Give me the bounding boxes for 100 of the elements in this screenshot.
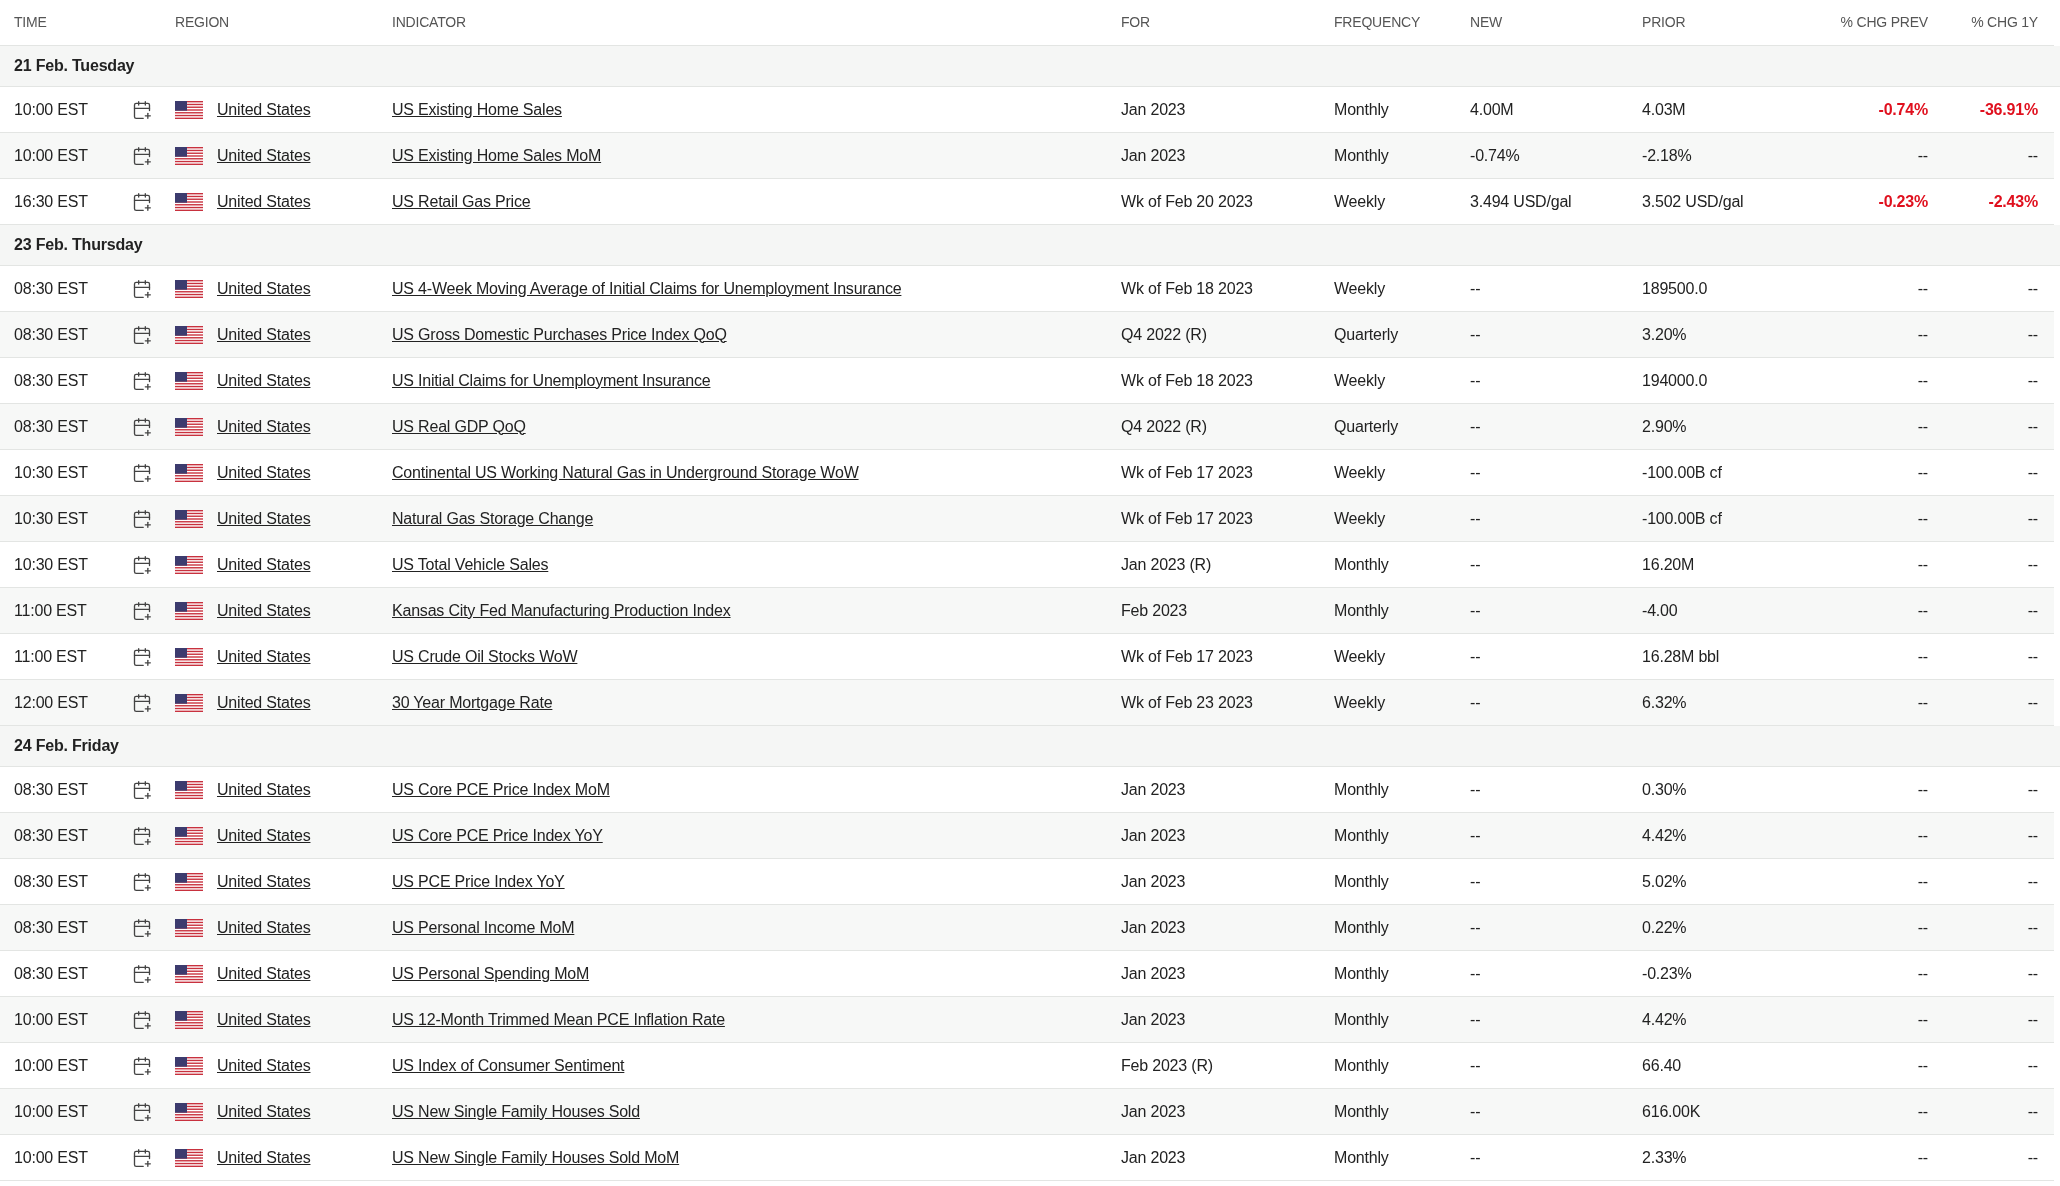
indicator-link[interactable]: US Index of Consumer Sentiment: [392, 1053, 625, 1078]
period-text: Wk of Feb 23 2023: [1121, 692, 1254, 713]
flag-icon: [175, 647, 203, 666]
column-header: INDICATOR: [392, 13, 467, 32]
add-to-calendar-icon[interactable]: [132, 1055, 152, 1076]
change-value: -2.43%: [1988, 191, 2038, 212]
indicator-link[interactable]: US Crude Oil Stocks WoW: [392, 644, 578, 669]
time-text: 10:00 EST: [14, 145, 89, 166]
column-header: % CHG PREV: [1840, 13, 1928, 32]
new-value: --: [1470, 963, 1482, 984]
frequency-text: Monthly: [1334, 917, 1390, 938]
frequency-text: Weekly: [1334, 278, 1386, 299]
indicator-link[interactable]: US Core PCE Price Index YoY: [392, 823, 603, 848]
indicator-link[interactable]: US Initial Claims for Unemployment Insurance: [392, 368, 711, 393]
add-to-calendar-icon[interactable]: [132, 917, 152, 938]
region-link[interactable]: United States: [217, 690, 311, 715]
add-to-calendar-icon[interactable]: [132, 963, 152, 984]
flag-icon: [175, 146, 203, 165]
region-link[interactable]: United States: [217, 552, 311, 577]
indicator-link[interactable]: US Existing Home Sales: [392, 97, 562, 122]
new-value: --: [1470, 917, 1482, 938]
change-value: --: [2027, 1009, 2038, 1030]
column-header: PRIOR: [1642, 13, 1687, 32]
time-text: 10:30 EST: [14, 508, 89, 529]
add-to-calendar-icon[interactable]: [132, 191, 152, 212]
add-to-calendar-icon[interactable]: [132, 416, 152, 437]
frequency-text: Monthly: [1334, 779, 1390, 800]
add-to-calendar-icon[interactable]: [132, 600, 152, 621]
indicator-link[interactable]: US Total Vehicle Sales: [392, 552, 549, 577]
add-to-calendar-icon[interactable]: [132, 825, 152, 846]
indicator-link[interactable]: Natural Gas Storage Change: [392, 506, 594, 531]
region-link[interactable]: United States: [217, 276, 311, 301]
change-value: --: [2027, 600, 2038, 621]
region-link[interactable]: United States: [217, 1145, 311, 1170]
indicator-link[interactable]: 30 Year Mortgage Rate: [392, 690, 553, 715]
change-value: --: [2027, 1101, 2038, 1122]
change-value: --: [2027, 871, 2038, 892]
add-to-calendar-icon[interactable]: [132, 1147, 152, 1168]
indicator-link[interactable]: US Personal Income MoM: [392, 915, 575, 940]
add-to-calendar-icon[interactable]: [132, 554, 152, 575]
change-value: --: [2027, 1147, 2038, 1168]
time-text: 10:00 EST: [14, 1147, 89, 1168]
period-text: Feb 2023 (R): [1121, 1055, 1214, 1076]
period-text: Q4 2022 (R): [1121, 324, 1208, 345]
region-link[interactable]: United States: [217, 915, 311, 940]
region-link[interactable]: United States: [217, 460, 311, 485]
column-header: % CHG 1Y: [1971, 13, 2038, 32]
flag-icon: [175, 780, 203, 799]
region-link[interactable]: United States: [217, 869, 311, 894]
indicator-link[interactable]: US New Single Family Houses Sold: [392, 1099, 640, 1124]
add-to-calendar-icon[interactable]: [132, 370, 152, 391]
frequency-text: Weekly: [1334, 692, 1386, 713]
indicator-link[interactable]: US PCE Price Index YoY: [392, 869, 565, 894]
region-link[interactable]: United States: [217, 777, 311, 802]
new-value: --: [1470, 825, 1482, 846]
add-to-calendar-icon[interactable]: [132, 1009, 152, 1030]
new-value: --: [1470, 1055, 1482, 1076]
change-value: --: [2027, 646, 2038, 667]
region-link[interactable]: United States: [217, 644, 311, 669]
indicator-link[interactable]: US Existing Home Sales MoM: [392, 143, 602, 168]
add-to-calendar-icon[interactable]: [132, 462, 152, 483]
indicator-link[interactable]: US New Single Family Houses Sold MoM: [392, 1145, 680, 1170]
region-link[interactable]: United States: [217, 322, 311, 347]
region-link[interactable]: United States: [217, 598, 311, 623]
indicator-link[interactable]: US Gross Domestic Purchases Price Index QoQ: [392, 322, 727, 347]
region-link[interactable]: United States: [217, 97, 311, 122]
indicator-link[interactable]: Continental US Working Natural Gas in Underground Storage WoW: [392, 460, 859, 485]
add-to-calendar-icon[interactable]: [132, 692, 152, 713]
indicator-link[interactable]: US Personal Spending MoM: [392, 961, 590, 986]
indicator-link[interactable]: US Core PCE Price Index MoM: [392, 777, 610, 802]
region-link[interactable]: United States: [217, 823, 311, 848]
region-link[interactable]: United States: [217, 189, 311, 214]
indicator-link[interactable]: US 12-Month Trimmed Mean PCE Inflation Rate: [392, 1007, 725, 1032]
indicator-link[interactable]: US 4-Week Moving Average of Initial Claims for Unemployment Insurance: [392, 276, 902, 301]
change-value: --: [1917, 508, 1928, 529]
add-to-calendar-icon[interactable]: [132, 871, 152, 892]
change-value: --: [1917, 278, 1928, 299]
flag-icon: [175, 279, 203, 298]
region-link[interactable]: United States: [217, 1053, 311, 1078]
region-link[interactable]: United States: [217, 414, 311, 439]
region-link[interactable]: United States: [217, 1099, 311, 1124]
time-text: 10:30 EST: [14, 554, 89, 575]
region-link[interactable]: United States: [217, 368, 311, 393]
indicator-link[interactable]: Kansas City Fed Manufacturing Production Index: [392, 598, 731, 623]
add-to-calendar-icon[interactable]: [132, 278, 152, 299]
region-link[interactable]: United States: [217, 1007, 311, 1032]
add-to-calendar-icon[interactable]: [132, 145, 152, 166]
add-to-calendar-icon[interactable]: [132, 779, 152, 800]
add-to-calendar-icon[interactable]: [132, 646, 152, 667]
indicator-link[interactable]: US Real GDP QoQ: [392, 414, 526, 439]
indicator-link[interactable]: US Retail Gas Price: [392, 189, 531, 214]
region-link[interactable]: United States: [217, 506, 311, 531]
prior-value: 5.02%: [1642, 871, 1688, 892]
time-text: 08:30 EST: [14, 871, 89, 892]
add-to-calendar-icon[interactable]: [132, 324, 152, 345]
region-link[interactable]: United States: [217, 143, 311, 168]
region-link[interactable]: United States: [217, 961, 311, 986]
add-to-calendar-icon[interactable]: [132, 508, 152, 529]
add-to-calendar-icon[interactable]: [132, 1101, 152, 1122]
add-to-calendar-icon[interactable]: [132, 99, 152, 120]
